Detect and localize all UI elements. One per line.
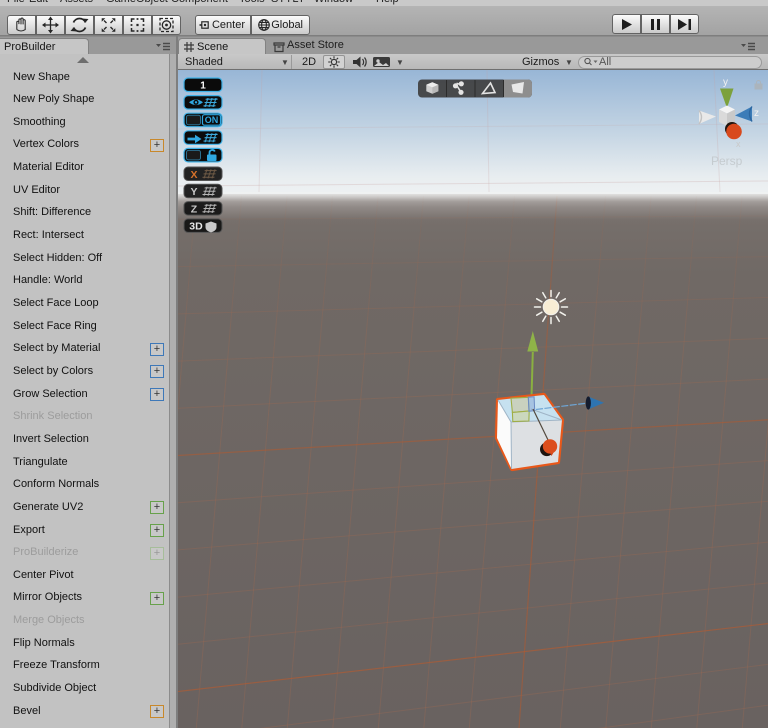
svg-text:X: X (190, 169, 197, 181)
svg-text:y: y (723, 77, 728, 88)
svg-text:1: 1 (200, 81, 206, 92)
svg-text:Z: Z (191, 203, 198, 215)
svg-text:z: z (754, 108, 759, 119)
svg-text:Y: Y (190, 186, 197, 198)
svg-text:3D: 3D (189, 221, 203, 233)
svg-text:Persp: Persp (711, 154, 743, 168)
svg-text:x: x (736, 139, 741, 149)
svg-text:ON: ON (205, 115, 219, 125)
